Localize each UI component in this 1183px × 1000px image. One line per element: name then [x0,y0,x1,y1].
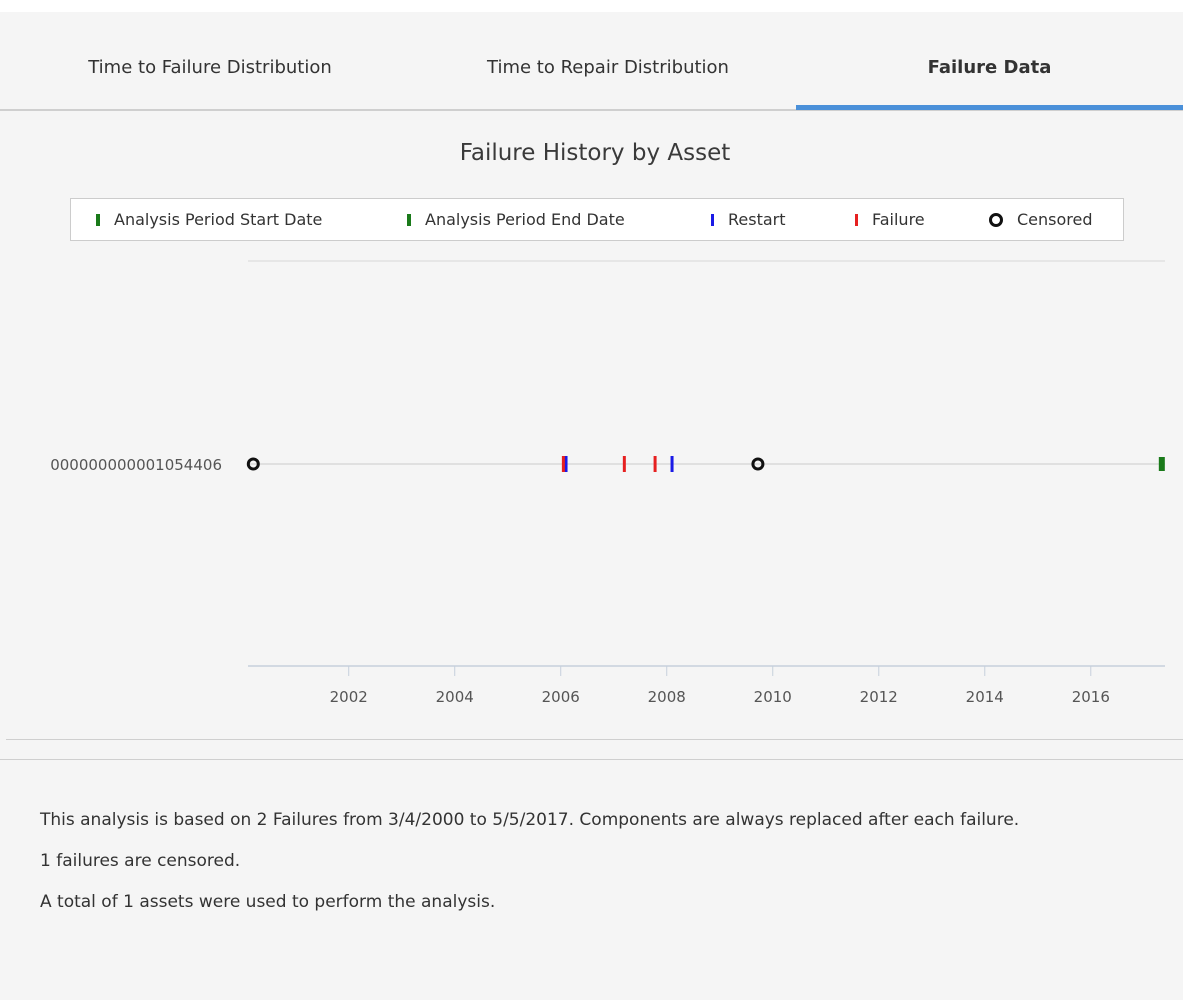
tab-failure-data[interactable]: Failure Data [796,24,1183,110]
summary-line-failures: This analysis is based on 2 Failures fro… [40,810,1020,830]
blue-tick-icon [711,213,714,226]
x-tick-label: 2006 [542,688,580,706]
legend-label: Analysis Period Start Date [114,210,323,229]
restart-marker [564,456,568,472]
failure-history-chart: 2002 2004 2006 2008 2010 2012 2014 2016 00000000… [50,260,1165,706]
legend-label: Failure [872,210,925,229]
tab-bar: Time to Failure Distribution Time to Rep… [0,12,1183,110]
x-tick-label: 2002 [330,688,368,706]
red-tick-icon [855,213,858,226]
failure-marker [653,456,657,472]
legend-label: Analysis Period End Date [425,210,625,229]
failure-marker [561,456,565,472]
legend-item-start-date[interactable]: Analysis Period Start Date [96,199,322,240]
asset-label: 000000000001054406 [50,456,222,474]
active-tab-indicator [796,105,1183,110]
x-tick-label: 2004 [436,688,474,706]
restart-marker [670,456,674,472]
summary-line-assets: A total of 1 assets were used to perform… [40,892,496,912]
x-tick-label: 2010 [754,688,792,706]
legend-item-end-date[interactable]: Analysis Period End Date [407,199,625,240]
legend-label: Restart [728,210,786,229]
green-bar-icon [96,213,100,226]
legend-item-failure[interactable]: Failure [855,199,925,240]
divider [0,759,1183,760]
divider [6,739,1183,740]
legend-item-censored[interactable]: Censored [989,199,1093,240]
tab-time-to-failure-distribution[interactable]: Time to Failure Distribution [0,24,420,110]
open-circle-icon [989,212,1003,227]
legend-label: Censored [1017,210,1093,229]
x-tick-label: 2008 [648,688,686,706]
analysis-summary: This analysis is based on 2 Failures fro… [40,806,1160,916]
legend-item-restart[interactable]: Restart [711,199,786,240]
x-tick-label: 2012 [860,688,898,706]
tab-time-to-repair-distribution[interactable]: Time to Repair Distribution [420,24,796,110]
summary-line-censored: 1 failures are censored. [40,851,241,871]
green-bar-icon [407,213,411,226]
x-tick-label: 2014 [966,688,1004,706]
x-tick-label: 2016 [1072,688,1110,706]
failure-marker [622,456,626,472]
chart-legend: Analysis Period Start Date Analysis Peri… [70,198,1124,241]
end-date-marker [1158,457,1165,471]
chart-title: Failure History by Asset [459,140,731,166]
top-strip [0,0,1183,12]
